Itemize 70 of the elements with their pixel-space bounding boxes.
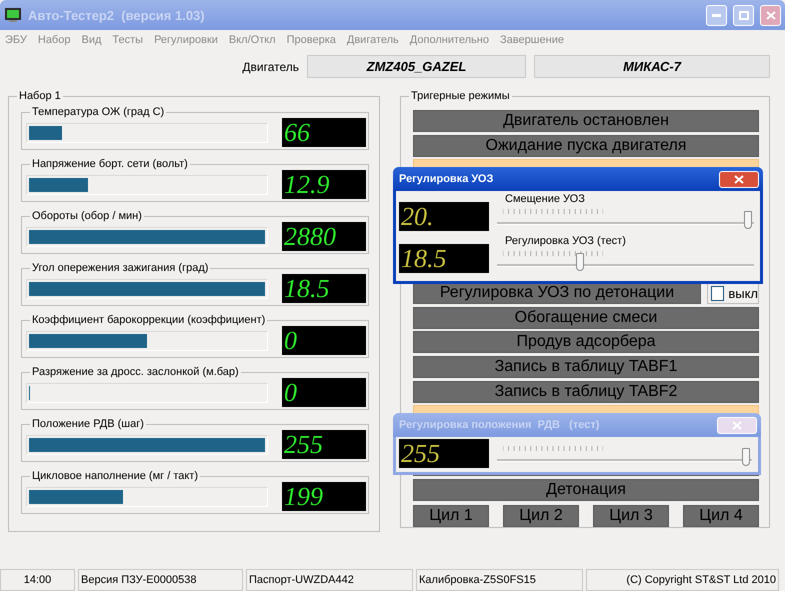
gauge-label: Температура ОЖ (град С) [31, 106, 166, 118]
status-cell: (C) Copyright ST&ST Ltd 2010 [586, 569, 779, 591]
menu-item[interactable]: Дополнительно [410, 34, 489, 46]
status-cell: Калибровка-Z5S0FS15 [416, 569, 583, 591]
menu-item[interactable]: Завершение [500, 34, 564, 46]
group-title: Тригерные режимы [410, 90, 511, 102]
value-display: 2880 [282, 222, 366, 251]
minimize-icon [712, 14, 721, 16]
menu-item[interactable]: Регулировки [154, 34, 218, 46]
mode-indicator: Запись в таблицу TABF2 [413, 380, 759, 403]
close-icon [734, 174, 744, 184]
dialog-title: Регулировка положения РДВ (тест) [399, 419, 600, 431]
value-display: 255 [399, 439, 489, 468]
mode-indicator: Запись в таблицу TABF1 [413, 356, 759, 378]
value-display: 199 [282, 482, 366, 511]
dialog-title: Регулировка УОЗ [399, 173, 494, 185]
group-title: Набор 1 [18, 90, 62, 102]
maximize-icon [738, 10, 748, 20]
close-icon [766, 10, 776, 20]
close-icon [732, 420, 742, 430]
close-button[interactable] [719, 170, 759, 188]
menu-item[interactable]: Набор [38, 34, 70, 46]
value-display: 0 [282, 378, 366, 407]
status-cell: 14:00 [0, 569, 75, 591]
engine-label: Двигатель [242, 60, 299, 74]
window-title: Авто-Тестер2 (версия 1.03) [28, 8, 205, 22]
value-display: 18.5 [282, 274, 366, 303]
mode-indicator: Двигатель остановлен [413, 110, 759, 132]
mode-indicator: Ожидание пуска двигателя [413, 134, 759, 157]
value-display: 255 [282, 430, 366, 459]
value-display: 20. [399, 202, 489, 231]
mode-indicator: Детонация [413, 478, 759, 501]
status-cell: Версия ПЗУ-E0000538 [78, 569, 243, 591]
menu-item[interactable]: Вкл/Откл [228, 34, 276, 46]
slider-label: Регулировка УОЗ (тест) [505, 235, 627, 247]
mode-indicator: Продув адсорбера [413, 331, 759, 354]
mode-indicator: Регулировка УОЗ по детонации [413, 282, 701, 304]
menu-item[interactable]: Вид [81, 34, 102, 46]
slider-thumb[interactable] [742, 448, 750, 466]
gauge-label: Разряжение за дросс. заслонкой (м.бар) [31, 366, 240, 378]
controller-field: МИКАС-7 [534, 55, 770, 78]
minimize-button[interactable] [706, 4, 727, 26]
engine-model-field: ZMZ405_GAZEL [307, 55, 526, 78]
gauge-label: Обороты (обор / мин) [31, 210, 143, 222]
value-display: 66 [282, 118, 366, 147]
value-display: 0 [282, 326, 366, 355]
cylinder-button[interactable]: Цил 1 [413, 504, 489, 526]
gauge-label: Коэффициент барокоррекции (коэффициент) [31, 314, 266, 326]
gauge-label: Угол опережения зажигания (град) [31, 262, 210, 274]
menu-item[interactable]: Тесты [112, 34, 144, 46]
menu-item[interactable]: ЭБУ [5, 34, 27, 46]
value-display: 18.5 [399, 244, 489, 273]
cylinder-button[interactable]: Цил 3 [593, 504, 669, 526]
slider-label: Смещение УОЗ [505, 193, 586, 205]
mode-indicator: Обогащение смеси [413, 306, 759, 329]
menu-item[interactable]: Двигатель [346, 34, 399, 46]
gauge-label: Цикловое наполнение (мг / такт) [31, 470, 199, 482]
checkbox-label: выкл [728, 286, 758, 301]
gauge-label: Напряжение борт. сети (вольт) [31, 158, 189, 170]
gauge-label: Положение РДВ (шаг) [31, 418, 145, 430]
slider-thumb[interactable] [744, 211, 752, 229]
cylinder-button[interactable]: Цил 2 [503, 504, 579, 526]
value-display: 12.9 [282, 170, 366, 199]
maximize-button[interactable] [733, 4, 754, 26]
checkbox-box[interactable] [711, 286, 724, 301]
menu-item[interactable]: Проверка [286, 34, 336, 46]
status-cell: Паспорт-UWZDA442 [246, 569, 413, 591]
app-icon [4, 7, 22, 23]
slider-thumb[interactable] [576, 253, 584, 271]
cylinder-button[interactable]: Цил 4 [683, 504, 759, 526]
